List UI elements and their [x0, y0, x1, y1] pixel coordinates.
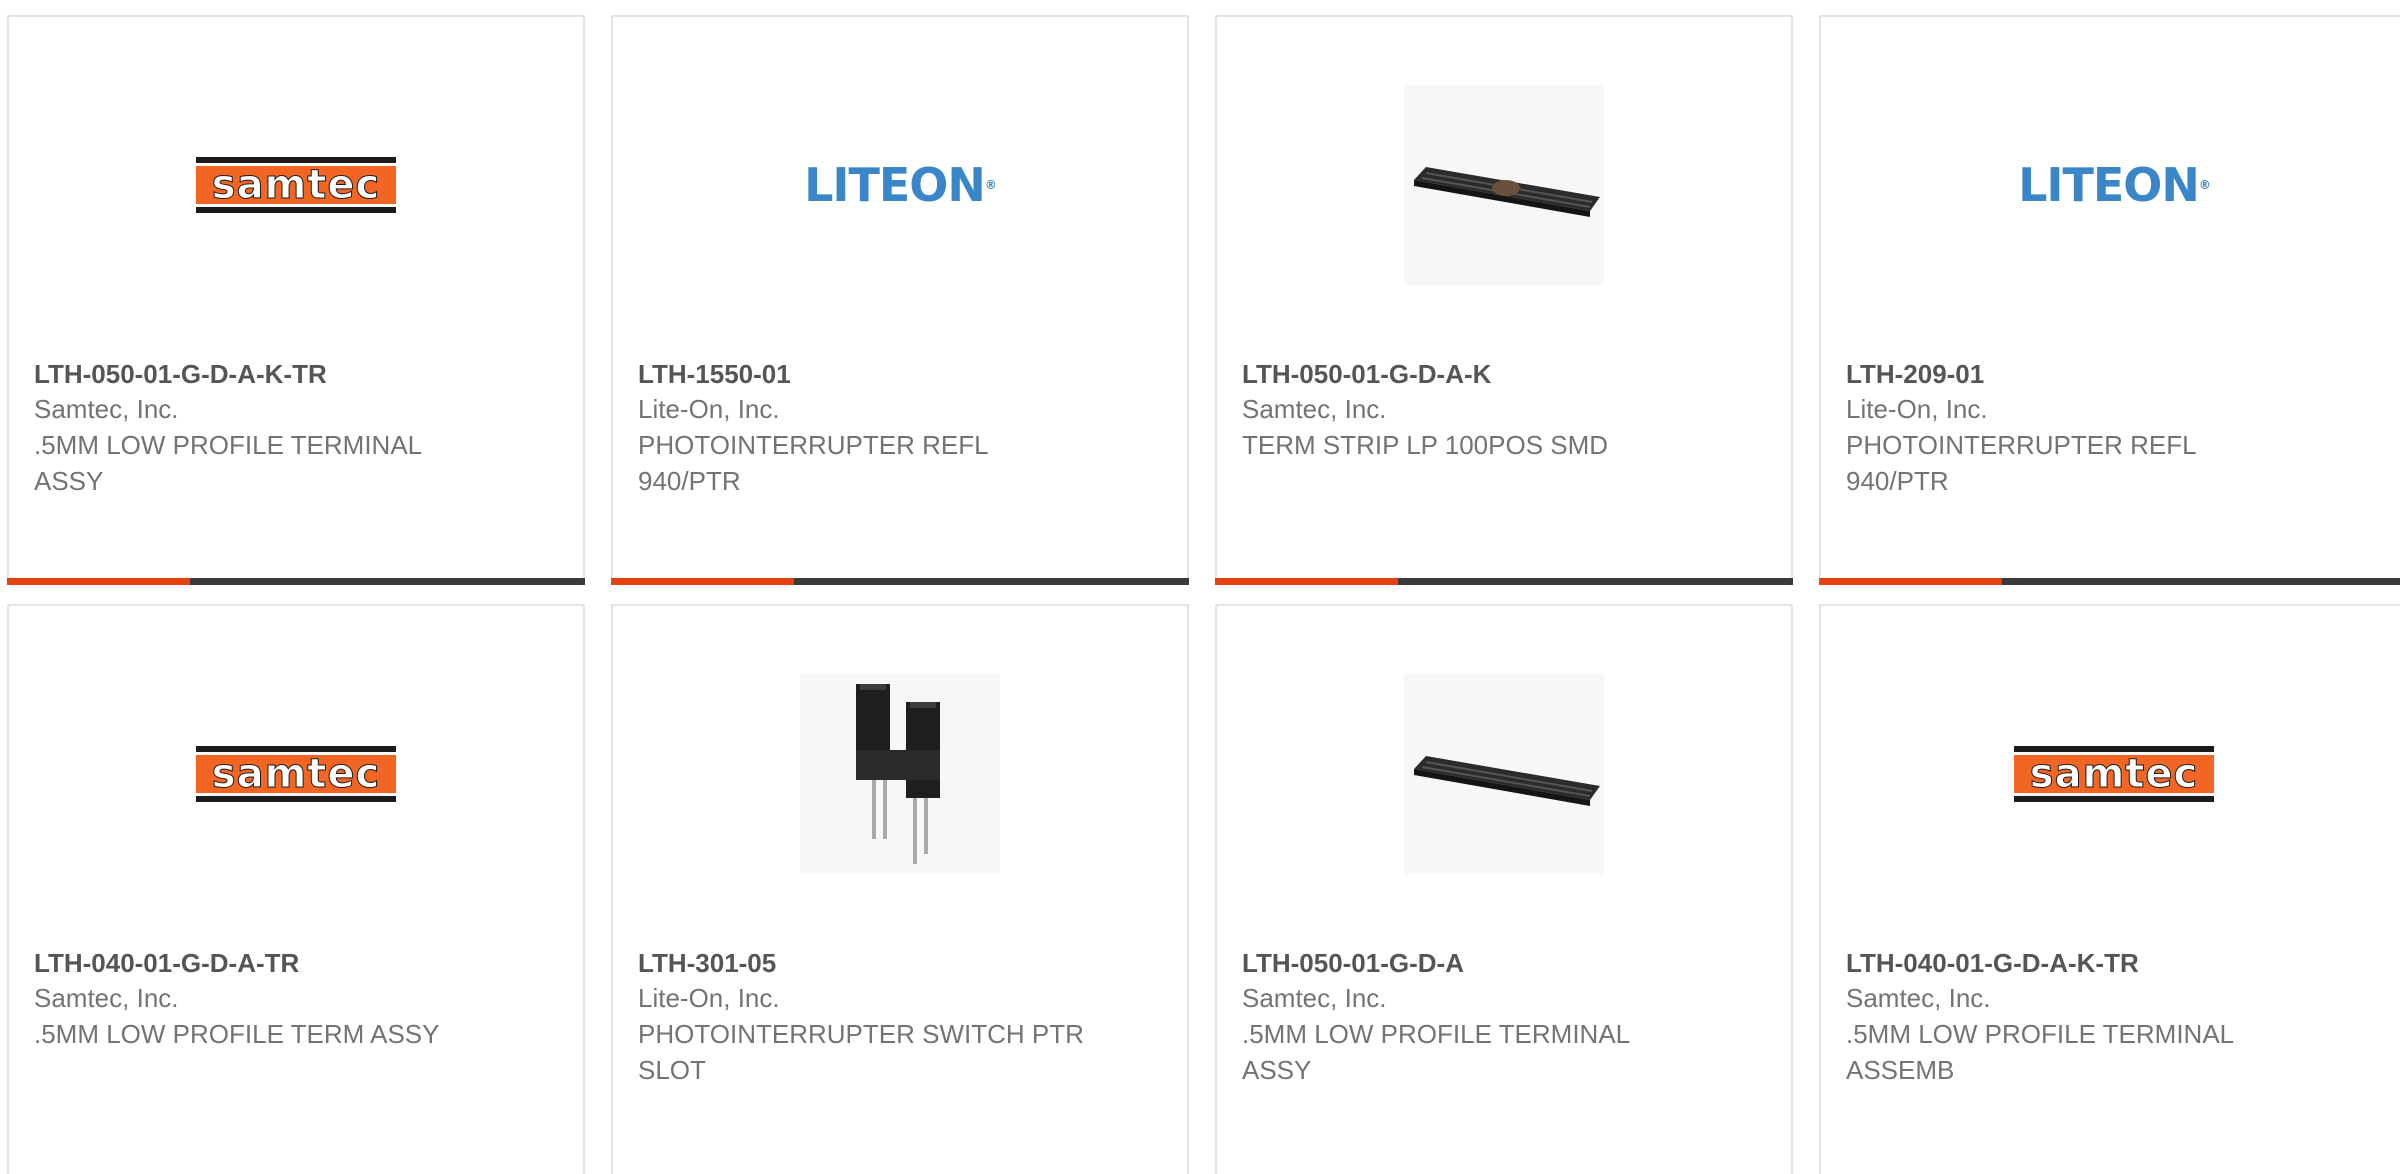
- manufacturer: Samtec, Inc.: [34, 394, 179, 424]
- part-number[interactable]: LTH-040-01-G-D-A-TR: [34, 946, 514, 980]
- manufacturer: Lite-On, Inc.: [1846, 394, 1988, 424]
- terminal-strip-photo: [1404, 85, 1604, 285]
- product-image[interactable]: samtec: [196, 85, 396, 285]
- part-number[interactable]: LTH-050-01-G-D-A-K-TR: [34, 357, 514, 391]
- manufacturer: Samtec, Inc.: [1242, 983, 1387, 1013]
- product-image[interactable]: [800, 674, 1000, 874]
- manufacturer: Samtec, Inc.: [1846, 983, 1991, 1013]
- card-accent-bar: [611, 578, 1189, 585]
- part-number[interactable]: LTH-209-01: [1846, 357, 2326, 391]
- description: PHOTOINTERRUPTER REFL 940/PTR: [638, 430, 988, 496]
- part-number[interactable]: LTH-050-01-G-D-A: [1242, 946, 1722, 980]
- product-card[interactable]: LTH-301-05 Lite-On, Inc. PHOTOINTERRUPTE…: [611, 604, 1189, 1174]
- samtec-logo: samtec: [196, 746, 396, 802]
- product-card[interactable]: LTH-050-01-G-D-A-K Samtec, Inc. TERM STR…: [1215, 15, 1793, 585]
- card-accent-bar: [1215, 578, 1793, 585]
- card-accent-bar: [1819, 578, 2400, 585]
- terminal-strip-photo: [1404, 674, 1604, 874]
- part-number[interactable]: LTH-040-01-G-D-A-K-TR: [1846, 946, 2326, 980]
- product-image[interactable]: samtec: [196, 674, 396, 874]
- samtec-logo: samtec: [2014, 746, 2214, 802]
- manufacturer: Lite-On, Inc.: [638, 983, 780, 1013]
- product-card[interactable]: LTH-050-01-G-D-A Samtec, Inc. .5MM LOW P…: [1215, 604, 1793, 1174]
- part-number[interactable]: LTH-1550-01: [638, 357, 1118, 391]
- description: TERM STRIP LP 100POS SMD: [1242, 430, 1609, 460]
- product-image[interactable]: [1404, 85, 1604, 285]
- product-card[interactable]: LITEON® LTH-1550-01 Lite-On, Inc. PHOTOI…: [611, 15, 1189, 585]
- product-image[interactable]: samtec: [2014, 674, 2214, 874]
- manufacturer: Samtec, Inc.: [1242, 394, 1387, 424]
- liteon-logo: LITEON®: [804, 158, 997, 212]
- description: .5MM LOW PROFILE TERMINAL ASSY: [34, 430, 422, 496]
- photointerrupter-photo: [800, 674, 1000, 874]
- description: PHOTOINTERRUPTER SWITCH PTR SLOT: [638, 1019, 1084, 1085]
- description: .5MM LOW PROFILE TERMINAL ASSEMB: [1846, 1019, 2234, 1085]
- description: .5MM LOW PROFILE TERM ASSY: [34, 1019, 440, 1049]
- description: .5MM LOW PROFILE TERMINAL ASSY: [1242, 1019, 1630, 1085]
- part-number[interactable]: LTH-050-01-G-D-A-K: [1242, 357, 1722, 391]
- manufacturer: Lite-On, Inc.: [638, 394, 780, 424]
- product-image[interactable]: LITEON®: [2014, 85, 2214, 285]
- product-image[interactable]: [1404, 674, 1604, 874]
- product-card[interactable]: samtec LTH-040-01-G-D-A-K-TR Samtec, Inc…: [1819, 604, 2400, 1174]
- manufacturer: Samtec, Inc.: [34, 983, 179, 1013]
- product-image[interactable]: LITEON®: [800, 85, 1000, 285]
- product-card[interactable]: samtec LTH-050-01-G-D-A-K-TR Samtec, Inc…: [7, 15, 585, 585]
- card-accent-bar: [7, 578, 585, 585]
- samtec-logo: samtec: [196, 157, 396, 213]
- liteon-logo: LITEON®: [2018, 158, 2211, 212]
- product-card[interactable]: LITEON® LTH-209-01 Lite-On, Inc. PHOTOIN…: [1819, 15, 2400, 585]
- description: PHOTOINTERRUPTER REFL 940/PTR: [1846, 430, 2196, 496]
- product-card[interactable]: samtec LTH-040-01-G-D-A-TR Samtec, Inc. …: [7, 604, 585, 1174]
- part-number[interactable]: LTH-301-05: [638, 946, 1118, 980]
